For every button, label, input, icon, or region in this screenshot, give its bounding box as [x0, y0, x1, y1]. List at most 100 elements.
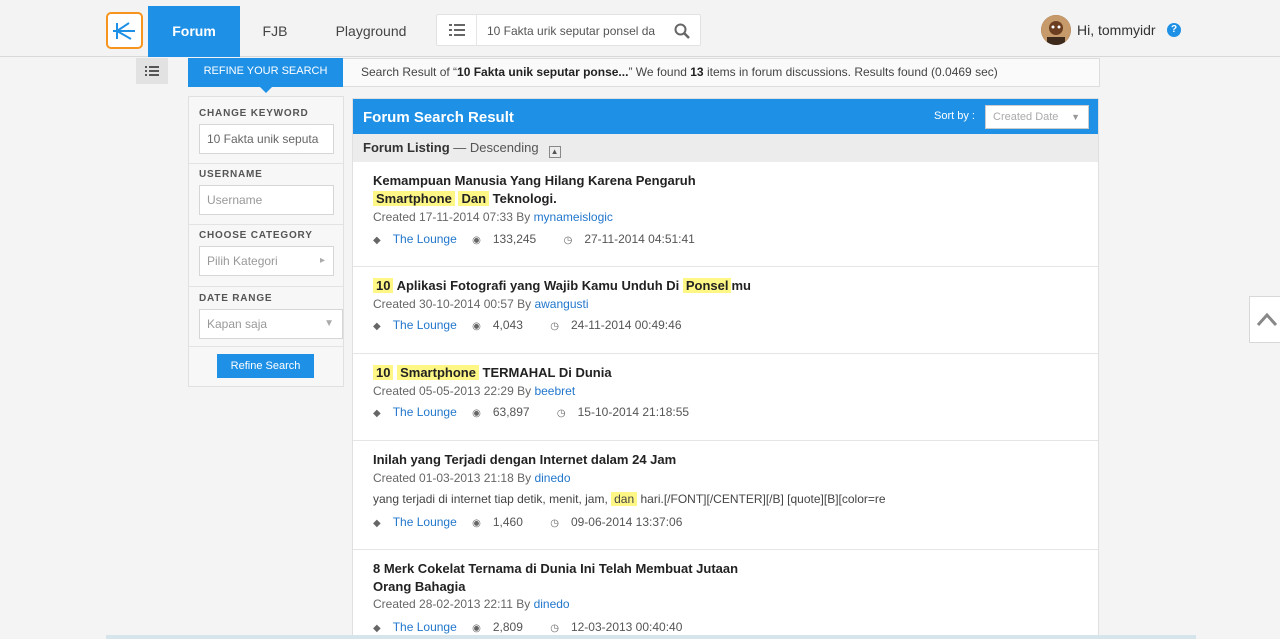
thread-stats: ◆ The Lounge ◉ 2,809 ◷ 12-03-2013 00:40:40: [373, 620, 706, 634]
eye-icon: ◉: [472, 321, 481, 332]
search-input[interactable]: [487, 22, 665, 40]
clock-icon: ◷: [550, 623, 559, 634]
thread-title[interactable]: 8 Merk Cokelat Ternama di Dunia Ini Tela…: [373, 560, 813, 596]
thread-title[interactable]: Inilah yang Terjadi dengan Internet dala…: [373, 451, 813, 469]
sidebar-toggle-button[interactable]: [136, 58, 168, 84]
thread-title[interactable]: 10 Smartphone TERMAHAL Di Dunia: [373, 364, 813, 382]
title-text: mu: [731, 278, 751, 293]
list-icon[interactable]: [449, 24, 465, 39]
summary-count: 13: [690, 65, 704, 79]
tag-icon: ◆: [373, 623, 381, 634]
highlight: Dan: [458, 191, 490, 206]
author-link[interactable]: awangusti: [534, 297, 588, 311]
listing-bar: Forum Listing — Descending ▲: [353, 134, 1098, 162]
list-item: 10 Smartphone TERMAHAL Di Dunia Created …: [353, 354, 1098, 441]
divider: [189, 346, 343, 347]
views-count: 1,460: [492, 515, 523, 529]
category-link[interactable]: The Lounge: [393, 405, 457, 419]
footer-edge: [106, 635, 1196, 639]
views-count: 133,245: [492, 232, 537, 246]
refine-your-search-tab[interactable]: REFINE YOUR SEARCH: [188, 58, 343, 93]
keyword-input[interactable]: 10 Fakta unik seputa: [199, 124, 334, 154]
thread-title[interactable]: 10 Aplikasi Fotografi yang Wajib Kamu Un…: [373, 277, 813, 295]
list-item: Inilah yang Terjadi dengan Internet dala…: [353, 441, 1098, 550]
sort-order-toggle-icon[interactable]: ▲: [548, 146, 561, 158]
kaskus-logo[interactable]: [106, 12, 143, 49]
views-count: 2,809: [492, 620, 523, 634]
sort-select[interactable]: Created Date ▼: [985, 105, 1089, 129]
help-icon[interactable]: ?: [1167, 23, 1181, 37]
date-range-select[interactable]: Kapan saja ▼: [199, 309, 343, 339]
category-select[interactable]: Pilih Kategori ▸: [199, 246, 334, 276]
clock-icon: ◷: [563, 235, 573, 246]
results-title: Forum Search Result: [363, 109, 514, 126]
list-item: 8 Merk Cokelat Ternama di Dunia Ini Tela…: [353, 550, 1098, 638]
thread-stats: ◆ The Lounge ◉ 63,897 ◷ 15-10-2014 21:18:55: [373, 405, 713, 419]
eye-icon: ◉: [472, 518, 481, 529]
highlight: Smartphone: [373, 191, 455, 206]
last-post-time: 27-11-2014 04:51:41: [584, 232, 695, 246]
category-link[interactable]: The Lounge: [393, 515, 457, 529]
created-meta: Created 17-11-2014 07:33 By mynameislogi…: [373, 210, 613, 224]
author-link[interactable]: dinedo: [534, 471, 570, 485]
author-link[interactable]: beebret: [534, 384, 575, 398]
category-link[interactable]: The Lounge: [393, 620, 457, 634]
thread-stats: ◆ The Lounge ◉ 133,245 ◷ 27-11-2014 04:51:4…: [373, 232, 719, 246]
results-header: Forum Search Result Sort by : Created Da…: [353, 99, 1098, 134]
refine-search-button[interactable]: Refine Search: [217, 354, 314, 378]
created-text: Created 30-10-2014 00:57 By: [373, 297, 535, 311]
listing-order: — Descending: [449, 140, 539, 155]
created-text: Created 01-03-2013 21:18 By: [373, 471, 535, 485]
summary-prefix: Search Result of “: [361, 65, 458, 79]
search-box: [436, 14, 701, 46]
chevron-right-icon: ▸: [319, 255, 325, 266]
tab-playground[interactable]: Playground: [322, 6, 420, 57]
highlight: Smartphone: [397, 365, 479, 380]
author-link[interactable]: dinedo: [534, 597, 570, 611]
title-text: Teknologi.: [489, 191, 557, 206]
tab-forum[interactable]: Forum: [148, 6, 240, 57]
thread-title[interactable]: Kemampuan Manusia Yang Hilang Karena Pen…: [373, 172, 813, 208]
tag-icon: ◆: [373, 518, 381, 529]
created-text: Created 28-02-2013 22:11 By: [373, 597, 534, 611]
listing-label: Forum Listing: [363, 140, 450, 155]
created-text: Created 05-05-2013 22:29 By: [373, 384, 535, 398]
username-label: USERNAME: [199, 169, 263, 180]
last-post-time: 12-03-2013 00:40:40: [570, 620, 683, 634]
thread-snippet: yang terjadi di internet tiap detik, men…: [373, 492, 886, 506]
category-link[interactable]: The Lounge: [393, 318, 457, 332]
views-count: 63,897: [492, 405, 530, 419]
highlight: 10: [373, 278, 394, 293]
chevron-down-icon: ▼: [1071, 112, 1080, 122]
created-meta: Created 28-02-2013 22:11 By dinedo: [373, 597, 570, 611]
tag-icon: ◆: [373, 408, 381, 419]
title-text: Aplikasi Fotografi yang Wajib Kamu Unduh…: [393, 278, 683, 293]
thread-stats: ◆ The Lounge ◉ 1,460 ◷ 09-06-2014 13:37:06: [373, 515, 706, 529]
author-link[interactable]: mynameislogic: [534, 210, 613, 224]
avatar[interactable]: [1041, 15, 1071, 45]
username-input[interactable]: Username: [199, 185, 334, 215]
scroll-to-top-button[interactable]: [1249, 296, 1280, 343]
keyword-label: CHANGE KEYWORD: [199, 108, 309, 119]
search-divider: [476, 15, 477, 45]
clock-icon: ◷: [550, 321, 559, 332]
search-icon[interactable]: [674, 23, 690, 42]
list-item: 10 Aplikasi Fotografi yang Wajib Kamu Un…: [353, 267, 1098, 354]
filter-panel: CHANGE KEYWORD 10 Fakta unik seputa USER…: [188, 96, 344, 387]
created-text: Created 17-11-2014 07:33 By: [373, 210, 534, 224]
category-link[interactable]: The Lounge: [393, 232, 457, 246]
highlight: 10: [373, 365, 394, 380]
highlight: dan: [611, 492, 638, 506]
created-meta: Created 01-03-2013 21:18 By dinedo: [373, 471, 571, 485]
summary-suffix: items in forum discussions. Results foun…: [703, 65, 998, 79]
user-greeting[interactable]: Hi, tommyidr: [1077, 22, 1156, 38]
title-text: Kemampuan Manusia Yang Hilang Karena Pen…: [373, 173, 696, 188]
divider: [189, 224, 343, 225]
menu-icon: [145, 66, 159, 76]
category-label: CHOOSE CATEGORY: [199, 230, 313, 241]
snippet-text: hari.[/FONT][/CENTER][/B] [quote][B][col…: [637, 492, 886, 506]
tab-fjb[interactable]: FJB: [250, 6, 300, 57]
snippet-text: yang terjadi di internet tiap detik, men…: [373, 492, 612, 506]
results-panel: Forum Search Result Sort by : Created Da…: [352, 98, 1099, 639]
created-meta: Created 05-05-2013 22:29 By beebret: [373, 384, 575, 398]
